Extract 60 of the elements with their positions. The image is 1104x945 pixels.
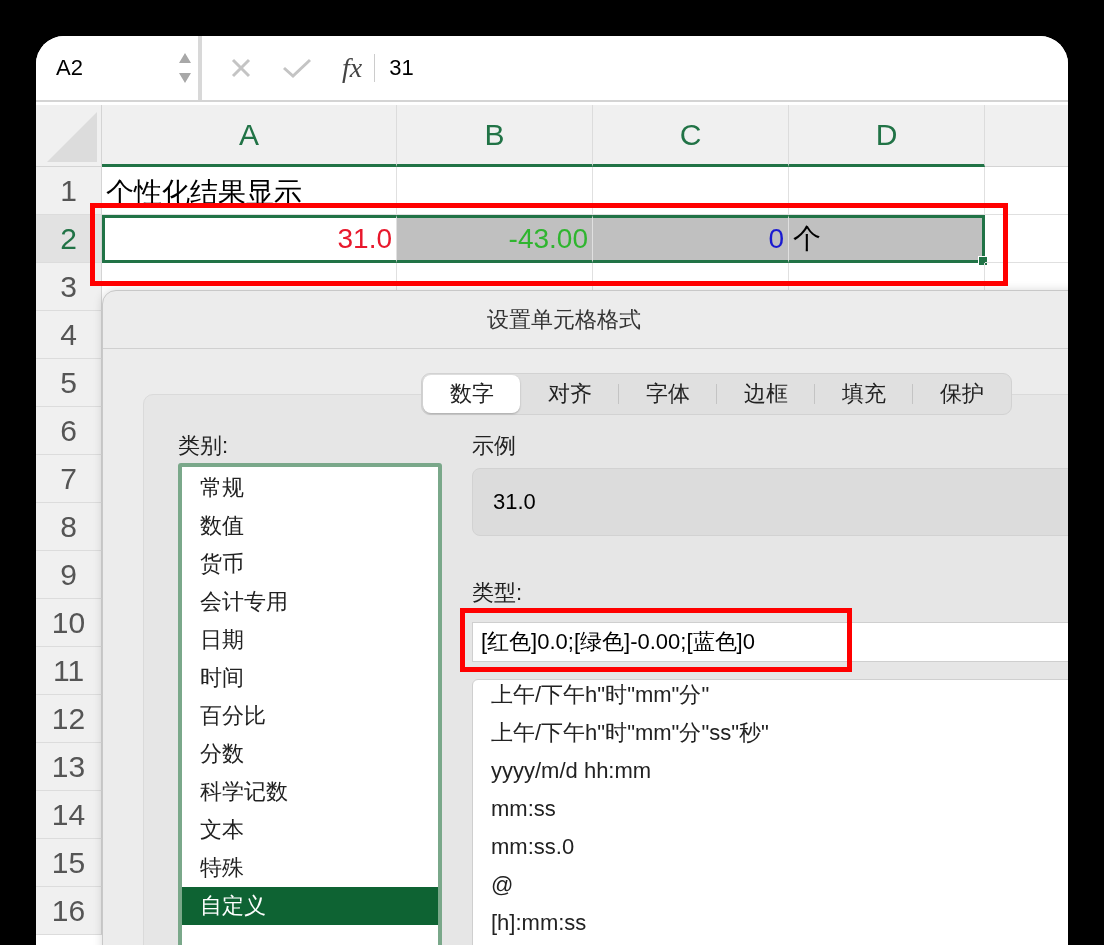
category-item[interactable]: 自定义	[182, 887, 438, 925]
tab[interactable]: 边框	[717, 375, 814, 413]
fill-handle[interactable]	[978, 256, 988, 266]
row-header[interactable]: 9	[36, 551, 102, 599]
row-header[interactable]: 11	[36, 647, 102, 695]
row-header[interactable]: 10	[36, 599, 102, 647]
format-item[interactable]: @	[473, 866, 1068, 905]
sheet-cell[interactable]: 31.0	[102, 215, 397, 263]
row-header[interactable]: 7	[36, 455, 102, 503]
sample-label: 示例	[472, 432, 517, 459]
column-header[interactable]: A	[102, 105, 397, 167]
row-header[interactable]: 15	[36, 839, 102, 887]
tab[interactable]: 对齐	[521, 375, 618, 413]
category-item[interactable]: 特殊	[182, 849, 438, 887]
tab[interactable]: 字体	[619, 375, 716, 413]
format-item[interactable]: mm:ss.0	[473, 828, 1068, 867]
formula-field[interactable]: 31	[389, 55, 414, 81]
row-header[interactable]: 4	[36, 311, 102, 359]
sheet-cell[interactable]: 0	[593, 215, 789, 263]
format-item[interactable]: 上午/下午h"时"mm"分"ss"秒"	[473, 714, 1068, 753]
sheet-cell[interactable]: 个	[789, 215, 985, 263]
format-item[interactable]: yyyy/m/d hh:mm	[473, 752, 1068, 791]
row-header[interactable]: 5	[36, 359, 102, 407]
category-item[interactable]: 会计专用	[182, 583, 438, 621]
name-box[interactable]: A2	[36, 36, 202, 100]
sample-value: 31.0	[493, 489, 536, 516]
category-item[interactable]: 分数	[182, 735, 438, 773]
row-header[interactable]: 3	[36, 263, 102, 311]
check-icon[interactable]	[282, 57, 312, 79]
format-item[interactable]: mm:ss	[473, 790, 1068, 829]
column-header[interactable]: C	[593, 105, 789, 167]
category-label: 类别:	[178, 432, 230, 459]
row-header[interactable]: 6	[36, 407, 102, 455]
row-header[interactable]: 13	[36, 743, 102, 791]
type-field[interactable]: [红色]0.0;[绿色]-0.00;[蓝色]0	[472, 622, 1068, 663]
row-header[interactable]: 1	[36, 167, 102, 215]
format-item[interactable]: [h]:mm:ss	[473, 904, 1068, 943]
tab[interactable]: 数字	[423, 375, 520, 413]
format-item[interactable]: 上午/下午h"时"mm"分"	[473, 680, 1068, 715]
category-item[interactable]: 货币	[182, 545, 438, 583]
row-header[interactable]: 8	[36, 503, 102, 551]
category-item[interactable]: 时间	[182, 659, 438, 697]
row-header[interactable]: 2	[36, 215, 102, 263]
category-item[interactable]: 常规	[182, 469, 438, 507]
row-header[interactable]: 12	[36, 695, 102, 743]
function-button[interactable]: fx	[342, 52, 363, 84]
tab[interactable]: 填充	[815, 375, 912, 413]
category-item[interactable]: 数值	[182, 507, 438, 545]
category-item[interactable]: 百分比	[182, 697, 438, 735]
category-item[interactable]: 日期	[182, 621, 438, 659]
tab[interactable]: 保护	[913, 375, 1010, 413]
dialog-title: 设置单元格格式	[103, 291, 1068, 349]
category-item[interactable]: 科学记数	[182, 773, 438, 811]
row-header[interactable]: 16	[36, 887, 102, 935]
category-item[interactable]: 文本	[182, 811, 438, 849]
column-header[interactable]: D	[789, 105, 985, 167]
stepper-icon[interactable]	[178, 51, 192, 85]
type-label: 类型:	[472, 579, 524, 607]
row-header[interactable]: 14	[36, 791, 102, 839]
column-header[interactable]: B	[397, 105, 593, 167]
